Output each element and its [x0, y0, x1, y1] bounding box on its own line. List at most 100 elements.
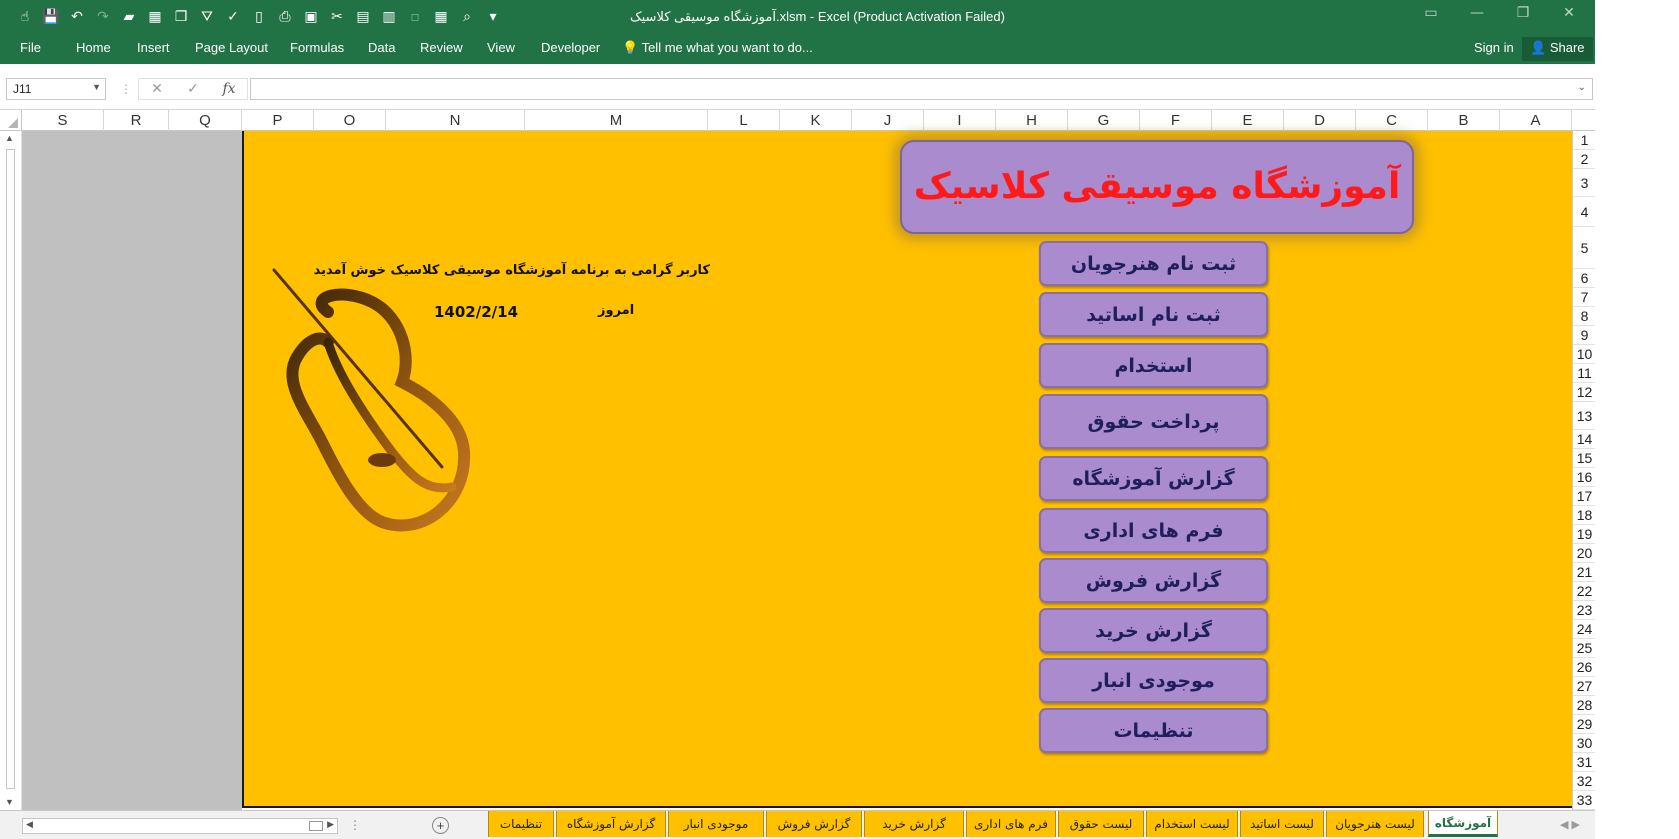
row-header[interactable]: 11 [1573, 364, 1596, 383]
column-header[interactable]: M [525, 110, 708, 131]
horizontal-scrollbar[interactable]: ◀ ▶ [22, 818, 338, 834]
row-header[interactable]: 18 [1573, 506, 1596, 525]
formula-input[interactable]: ⌄ [250, 78, 1593, 100]
tab-page-layout[interactable]: Page Layout [195, 40, 268, 55]
row-header[interactable]: 2 [1573, 150, 1596, 169]
tab-formulas[interactable]: Formulas [290, 40, 344, 55]
row-header[interactable]: 32 [1573, 772, 1596, 791]
row-header[interactable]: 22 [1573, 582, 1596, 601]
save-icon[interactable]: 💾 [40, 6, 62, 28]
fill-color-icon[interactable]: ▰ [118, 6, 140, 28]
touch-mode-icon[interactable]: ☝ [14, 6, 36, 28]
inventory-button[interactable]: موجودی انبار [1039, 658, 1268, 703]
cut-icon[interactable]: ✂ [326, 6, 348, 28]
scroll-left-icon[interactable]: ◀ [26, 819, 33, 830]
undo-icon[interactable]: ↶ [66, 6, 88, 28]
name-box[interactable]: J11 ▼ [6, 78, 106, 100]
ribbon-display-icon[interactable]: ▭ [1408, 5, 1454, 21]
print-preview-icon[interactable]: ⎙ [274, 6, 296, 28]
sheet-tab-inventory[interactable]: موجودی انبار [668, 811, 764, 837]
row-header[interactable]: 23 [1573, 601, 1596, 620]
camera-icon[interactable]: ▣ [300, 6, 322, 28]
row-header[interactable]: 29 [1573, 715, 1596, 734]
split-handle-icon[interactable]: ⋮ [349, 818, 361, 832]
calculator-icon[interactable]: ▦ [144, 6, 166, 28]
redo-icon[interactable]: ↷ [92, 6, 114, 28]
sales-report-button[interactable]: گزارش فروش [1039, 558, 1268, 603]
sheet-tab-salary-list[interactable]: لیست حقوق [1058, 811, 1144, 837]
row-header[interactable]: 28 [1573, 696, 1596, 715]
row-header[interactable]: 17 [1573, 487, 1596, 506]
student-registration-button[interactable]: ثبت نام هنرجویان [1039, 241, 1268, 286]
row-header[interactable]: 6 [1573, 269, 1596, 288]
tab-file[interactable]: File [20, 40, 41, 55]
tab-view[interactable]: View [487, 40, 515, 55]
row-header[interactable]: 26 [1573, 658, 1596, 677]
row-header[interactable]: 12 [1573, 383, 1596, 402]
purchase-report-button[interactable]: گزارش خرید [1039, 608, 1268, 653]
sheet-tab-teachers-list[interactable]: لیست اساتید [1240, 811, 1324, 837]
tab-data[interactable]: Data [368, 40, 395, 55]
row-header[interactable]: 5 [1573, 227, 1596, 269]
school-report-button[interactable]: گزارش آموزشگاه [1039, 456, 1268, 501]
row-header[interactable]: 19 [1573, 525, 1596, 544]
row-header[interactable]: 1 [1573, 131, 1596, 150]
name-box-dropdown-icon[interactable]: ▼ [92, 82, 101, 92]
column-header[interactable]: B [1428, 110, 1500, 131]
column-header[interactable]: J [852, 110, 924, 131]
sheet-tab-employment-list[interactable]: لیست استخدام [1146, 811, 1238, 837]
row-header[interactable]: 10 [1573, 345, 1596, 364]
insert-function-button[interactable]: fx [211, 81, 247, 97]
settings-button[interactable]: تنظیمات [1039, 708, 1268, 753]
tell-me-box[interactable]: 💡 Tell me what you want to do... [622, 40, 813, 56]
scroll-right-icon[interactable]: ▶ [327, 819, 334, 830]
spelling-icon[interactable]: ✓ [222, 6, 244, 28]
column-header[interactable]: I [924, 110, 996, 131]
employment-button[interactable]: استخدام [1039, 343, 1268, 388]
tab-developer[interactable]: Developer [541, 40, 600, 55]
column-header[interactable]: D [1284, 110, 1356, 131]
column-header[interactable]: K [780, 110, 852, 131]
column-header[interactable]: N [386, 110, 525, 131]
new-document-icon[interactable]: ▯ [248, 6, 270, 28]
column-header[interactable]: F [1140, 110, 1212, 131]
calculator-2-icon[interactable]: ▦ [430, 6, 452, 28]
salary-payment-button[interactable]: پرداخت حقوق [1039, 394, 1268, 449]
sheet-tab-settings[interactable]: تنظیمات [488, 811, 554, 837]
scroll-down-icon[interactable]: ▼ [5, 797, 14, 807]
row-header[interactable]: 27 [1573, 677, 1596, 696]
minimize-icon[interactable]: — [1454, 5, 1500, 21]
column-header[interactable]: O [314, 110, 386, 131]
sign-in-link[interactable]: Sign in [1474, 40, 1514, 55]
row-header[interactable]: 15 [1573, 449, 1596, 468]
row-header[interactable]: 13 [1573, 402, 1596, 430]
horizontal-scroll-thumb[interactable] [309, 821, 323, 831]
formula-bar-grip-icon[interactable]: ⋮ [120, 82, 132, 96]
row-header[interactable]: 8 [1573, 307, 1596, 326]
row-header[interactable]: 25 [1573, 639, 1596, 658]
vertical-scrollbar[interactable]: ▲ ▼ [4, 133, 17, 807]
expand-formula-bar-icon[interactable]: ⌄ [1578, 82, 1586, 93]
row-header[interactable]: 24 [1573, 620, 1596, 639]
cancel-entry-icon[interactable]: ✕ [139, 81, 175, 97]
tab-home[interactable]: Home [76, 40, 111, 55]
sheet-tab-sales-report[interactable]: گزارش فروش [766, 811, 862, 837]
column-header[interactable]: G [1068, 110, 1140, 131]
row-header[interactable]: 31 [1573, 753, 1596, 772]
sheet-tab-school[interactable]: آموزشگاه [1428, 811, 1498, 837]
column-header[interactable]: A [1500, 110, 1572, 131]
column-header[interactable]: C [1356, 110, 1428, 131]
tab-insert[interactable]: Insert [137, 40, 170, 55]
row-header[interactable]: 4 [1573, 197, 1596, 227]
sheet-tab-office-forms[interactable]: فرم های اداری [966, 811, 1056, 837]
select-all-button[interactable] [0, 110, 22, 131]
row-header[interactable]: 21 [1573, 563, 1596, 582]
row-header[interactable]: 9 [1573, 326, 1596, 345]
column-header[interactable]: H [996, 110, 1068, 131]
column-header[interactable]: L [708, 110, 780, 131]
table-icon[interactable]: ▥ [378, 6, 400, 28]
tab-review[interactable]: Review [420, 40, 463, 55]
teacher-registration-button[interactable]: ثبت نام اساتید [1039, 292, 1268, 337]
restore-icon[interactable]: ❐ [1500, 5, 1546, 21]
find-icon[interactable]: ⌕ [456, 6, 478, 28]
